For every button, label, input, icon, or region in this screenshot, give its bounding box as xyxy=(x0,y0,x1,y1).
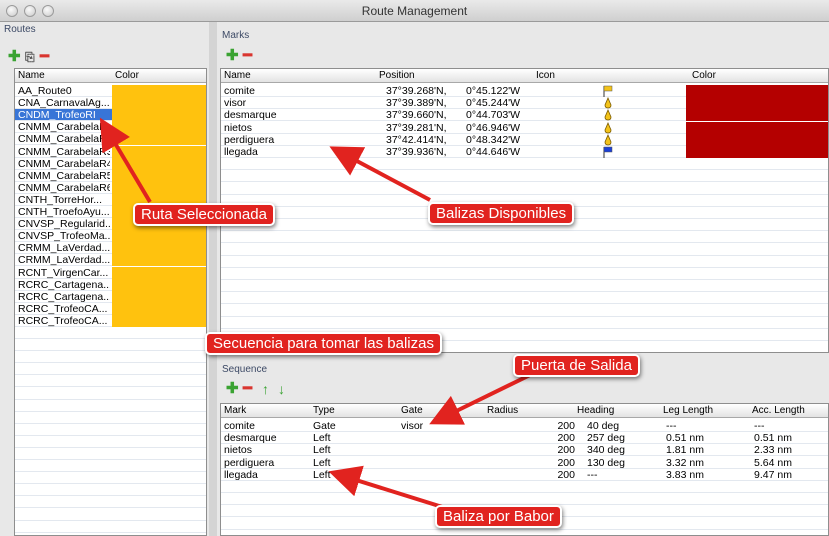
arrow-to-gate xyxy=(429,373,531,425)
callout-balizas-disponibles: Balizas Disponibles xyxy=(428,202,575,225)
callout-secuencia: Secuencia para tomar las balizas xyxy=(205,332,442,355)
callout-puerta-de-salida: Puerta de Salida xyxy=(513,354,640,377)
arrow-to-selected-route xyxy=(99,117,152,204)
arrow-to-marks xyxy=(329,146,431,202)
callout-baliza-por-babor: Baliza por Babor xyxy=(435,505,562,528)
annotation-arrows xyxy=(99,117,531,512)
arrow-to-left-type xyxy=(328,465,453,512)
callout-ruta-seleccionada: Ruta Seleccionada xyxy=(133,203,275,226)
